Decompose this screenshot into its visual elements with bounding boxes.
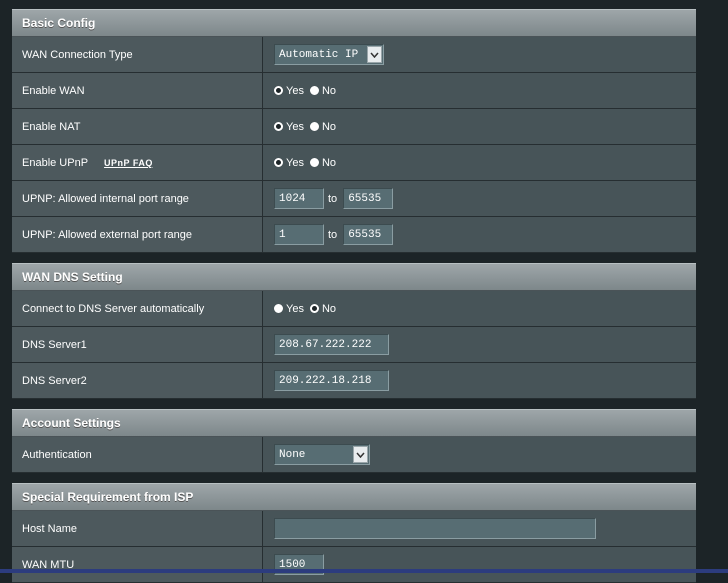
radio-unselected-icon xyxy=(309,86,319,95)
wan-connection-type-select[interactable]: Automatic IP xyxy=(274,44,384,65)
section-header-account-settings: Account Settings xyxy=(12,409,696,437)
section-header-wan-dns: WAN DNS Setting xyxy=(12,263,696,291)
wan-connection-type-selected: Automatic IP xyxy=(279,48,359,61)
upnp-external-to-input[interactable]: 65535 xyxy=(343,224,394,245)
section-header-basic-config: Basic Config xyxy=(12,9,696,37)
enable-nat-yes-radio[interactable]: Yes xyxy=(274,121,304,133)
upnp-internal-to-label: to xyxy=(328,192,338,205)
dns-server2-input[interactable]: 209.222.18.218 xyxy=(274,370,389,391)
enable-wan-yes-radio[interactable]: Yes xyxy=(274,85,304,97)
host-name-input[interactable] xyxy=(274,518,596,539)
upnp-internal-from-input[interactable]: 1024 xyxy=(274,188,324,209)
chevron-down-icon xyxy=(367,46,382,63)
upnp-internal-to-input[interactable]: 65535 xyxy=(343,188,394,209)
radio-selected-icon xyxy=(274,158,283,167)
row-enable-upnp: Enable UPnP UPnP FAQ Yes No xyxy=(12,145,696,181)
authentication-label: Authentication xyxy=(12,437,263,472)
dns-server1-label: DNS Server1 xyxy=(12,327,263,362)
section-gap xyxy=(12,473,696,483)
row-host-name: Host Name xyxy=(12,511,696,547)
section-header-isp-requirements: Special Requirement from ISP xyxy=(12,483,696,511)
row-dns-auto: Connect to DNS Server automatically Yes … xyxy=(12,291,696,327)
row-authentication: Authentication None xyxy=(12,437,696,473)
upnp-internal-range-label: UPNP: Allowed internal port range xyxy=(12,181,263,216)
authentication-select[interactable]: None xyxy=(274,444,370,465)
upnp-external-to-label: to xyxy=(328,228,338,241)
dns-server2-label: DNS Server2 xyxy=(12,363,263,398)
enable-upnp-label: Enable UPnP xyxy=(22,156,89,169)
row-upnp-internal-range: UPNP: Allowed internal port range 1024 t… xyxy=(12,181,696,217)
enable-nat-label: Enable NAT xyxy=(12,109,263,144)
radio-selected-icon xyxy=(274,122,283,131)
upnp-faq-link[interactable]: UPnP FAQ xyxy=(104,158,153,168)
dns-server1-input[interactable]: 208.67.222.222 xyxy=(274,334,389,355)
enable-wan-label: Enable WAN xyxy=(12,73,263,108)
section-gap xyxy=(12,399,696,409)
wan-connection-type-label: WAN Connection Type xyxy=(12,37,263,72)
upnp-external-from-input[interactable]: 1 xyxy=(274,224,324,245)
row-dns-server1: DNS Server1 208.67.222.222 xyxy=(12,327,696,363)
radio-unselected-icon xyxy=(309,158,319,167)
section-gap xyxy=(12,253,696,263)
radio-selected-icon xyxy=(309,304,319,313)
enable-nat-no-radio[interactable]: No xyxy=(309,121,336,133)
row-wan-mtu: WAN MTU 1500 xyxy=(12,547,696,583)
row-dns-server2: DNS Server2 209.222.18.218 xyxy=(12,363,696,399)
wan-settings-panel: Basic Config WAN Connection Type Automat… xyxy=(12,9,696,583)
bottom-strip xyxy=(0,569,728,573)
enable-upnp-no-radio[interactable]: No xyxy=(309,157,336,169)
enable-upnp-yes-radio[interactable]: Yes xyxy=(274,157,304,169)
wan-mtu-label: WAN MTU xyxy=(12,547,263,582)
row-upnp-external-range: UPNP: Allowed external port range 1 to 6… xyxy=(12,217,696,253)
row-enable-wan: Enable WAN Yes No xyxy=(12,73,696,109)
dns-auto-label: Connect to DNS Server automatically xyxy=(12,291,263,326)
row-enable-nat: Enable NAT Yes No xyxy=(12,109,696,145)
authentication-selected: None xyxy=(279,448,306,461)
enable-wan-no-radio[interactable]: No xyxy=(309,85,336,97)
row-wan-connection-type: WAN Connection Type Automatic IP xyxy=(12,37,696,73)
host-name-label: Host Name xyxy=(12,511,263,546)
dns-auto-no-radio[interactable]: No xyxy=(309,303,336,315)
radio-selected-icon xyxy=(274,86,283,95)
radio-unselected-icon xyxy=(274,304,283,313)
chevron-down-icon xyxy=(353,446,368,463)
upnp-external-range-label: UPNP: Allowed external port range xyxy=(12,217,263,252)
dns-auto-yes-radio[interactable]: Yes xyxy=(274,303,304,315)
radio-unselected-icon xyxy=(309,122,319,131)
